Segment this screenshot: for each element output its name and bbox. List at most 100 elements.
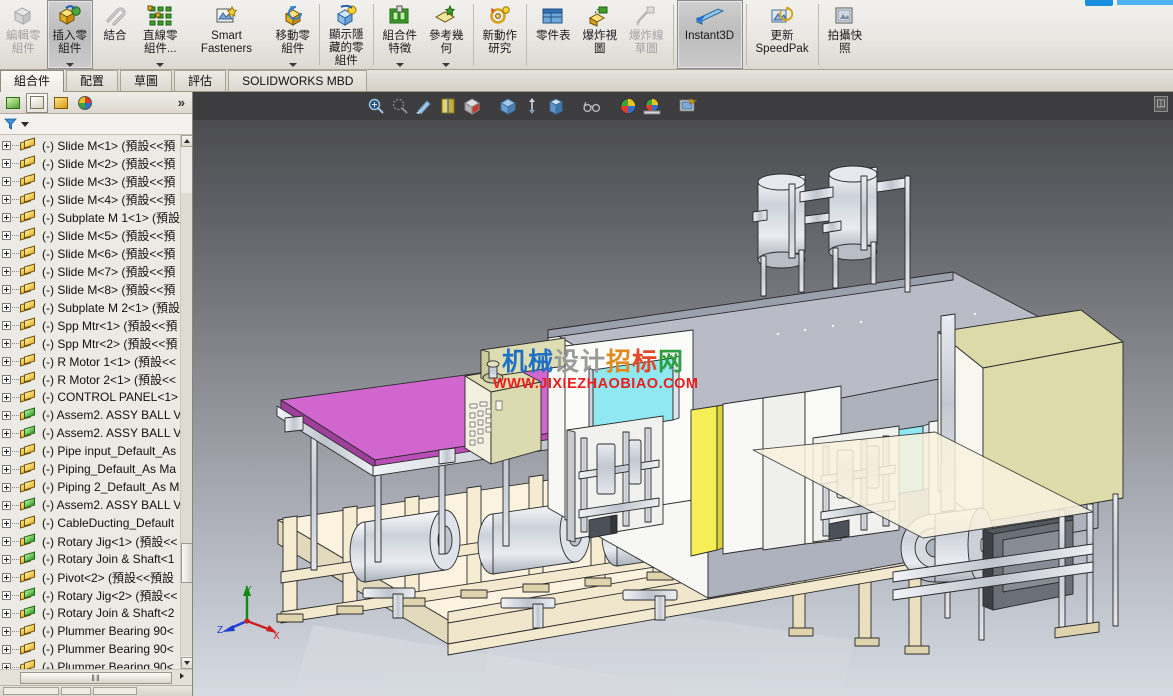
feature-tree-item[interactable]: (-) Slide M<4> (預設<<預: [0, 190, 180, 208]
tab-evaluate[interactable]: 評估: [174, 70, 227, 91]
ribbon-button-take-snapshot[interactable]: 拍攝快 照: [822, 0, 869, 69]
expand-plus-icon[interactable]: [2, 464, 11, 474]
configuration-manager-tab[interactable]: [50, 93, 72, 113]
feature-tree-item[interactable]: (-) Assem2. ASSY BALL V: [0, 406, 180, 424]
feature-tree-item[interactable]: (-) Rotary Join & Shaft<2: [0, 604, 180, 622]
feature-tree-item[interactable]: (-) Slide M<3> (預設<<預: [0, 172, 180, 190]
display-style-icon[interactable]: [461, 95, 483, 117]
expand-plus-icon[interactable]: [2, 284, 11, 294]
expand-plus-icon[interactable]: [2, 608, 11, 618]
property-manager-tab[interactable]: [26, 92, 48, 113]
feature-tree-item[interactable]: (-) Assem2. ASSY BALL V: [0, 424, 180, 442]
feature-tree[interactable]: (-) Slide M<1> (預設<<預 (-) Slide M<2> (預設<…: [0, 135, 180, 669]
display-manager-tab[interactable]: [74, 93, 96, 113]
tab-assembly[interactable]: 組合件: [0, 70, 65, 92]
feature-tree-item[interactable]: (-) Slide M<7> (預設<<預: [0, 262, 180, 280]
ribbon-button-insert-component[interactable]: 插入零 組件: [46, 0, 93, 69]
expand-plus-icon[interactable]: [2, 626, 11, 636]
feature-tree-item[interactable]: (-) Piping_Default_As Ma: [0, 460, 180, 478]
ribbon-button-linear-pattern[interactable]: 直線零 組件...: [137, 0, 184, 69]
edit-appearance-icon[interactable]: [545, 95, 567, 117]
feature-tree-container[interactable]: (-) Slide M<1> (預設<<預 (-) Slide M<2> (預設<…: [0, 135, 192, 669]
appearance-sphere-icon[interactable]: [617, 95, 639, 117]
zoom-to-area-icon[interactable]: [389, 95, 411, 117]
feature-tree-item[interactable]: (-) Plummer Bearing 90<: [0, 658, 180, 669]
appearance-group[interactable]: [545, 95, 567, 117]
feature-tree-item[interactable]: (-) Subplate M 2<1> (預設: [0, 298, 180, 316]
expand-plus-icon[interactable]: [2, 644, 11, 654]
previous-view-icon[interactable]: [413, 95, 435, 117]
expand-plus-icon[interactable]: [2, 554, 11, 564]
feature-tree-item[interactable]: (-) Subplate M 1<1> (預設: [0, 208, 180, 226]
scroll-up-button[interactable]: [181, 135, 192, 147]
expand-plus-icon[interactable]: [2, 356, 11, 366]
feature-tree-item[interactable]: (-) CONTROL PANEL<1>: [0, 388, 180, 406]
expand-plus-icon[interactable]: [2, 302, 11, 312]
scroll-down-button[interactable]: [181, 657, 192, 669]
expand-plus-icon[interactable]: [2, 482, 11, 492]
feature-tree-item[interactable]: (-) Plummer Bearing 90<: [0, 640, 180, 658]
feature-tree-tab[interactable]: [2, 93, 24, 113]
viewport-layout-group[interactable]: [677, 95, 699, 117]
ribbon-button-move-component[interactable]: 移動零 組件: [270, 0, 317, 69]
ribbon-button-bill-of-materials[interactable]: 零件表: [530, 0, 577, 69]
expand-plus-icon[interactable]: [2, 158, 11, 168]
feature-tree-item[interactable]: (-) Assem2. ASSY BALL V: [0, 496, 180, 514]
expand-plus-icon[interactable]: [2, 176, 11, 186]
expand-plus-icon[interactable]: [2, 500, 11, 510]
viewport-layout-icon[interactable]: [677, 95, 699, 117]
view-orientation-icon[interactable]: [497, 95, 519, 117]
expand-plus-icon[interactable]: [2, 320, 11, 330]
expand-plus-icon[interactable]: [2, 230, 11, 240]
ribbon-button-new-motion-study[interactable]: 新動作 研究: [477, 0, 524, 69]
chevron-down-icon[interactable]: [442, 63, 451, 67]
display-style-group[interactable]: [461, 95, 483, 117]
expand-plus-icon[interactable]: [2, 248, 11, 258]
expand-plus-icon[interactable]: [2, 338, 11, 348]
feature-tree-item[interactable]: (-) Slide M<6> (預設<<預: [0, 244, 180, 262]
expand-plus-icon[interactable]: [2, 572, 11, 582]
feature-tree-item[interactable]: (-) Slide M<5> (預設<<預: [0, 226, 180, 244]
hscroll-right-arrow-icon[interactable]: [180, 673, 184, 679]
ribbon-button-edit-component[interactable]: 編輯零 組件: [0, 0, 47, 69]
chevron-down-icon[interactable]: [288, 63, 297, 67]
ribbon-button-reference-geometry[interactable]: 參考幾 何: [423, 0, 470, 69]
scroll-thumb[interactable]: [181, 543, 192, 583]
feature-tree-item[interactable]: (-) CableDucting_Default: [0, 514, 180, 532]
tab-solidworks-mbd[interactable]: SOLIDWORKS MBD: [228, 70, 368, 91]
collapse-panel-button[interactable]: ◫: [1154, 96, 1168, 112]
ribbon-button-show-hidden-components[interactable]: 顯示隱 藏的零 組件: [323, 0, 370, 69]
section-view-icon[interactable]: [437, 95, 459, 117]
ribbon-button-explode-line-sketch[interactable]: 爆炸線 草圖: [623, 0, 670, 69]
expand-plus-icon[interactable]: [2, 392, 11, 402]
feature-tree-item[interactable]: (-) Spp Mtr<2> (預設<<預: [0, 334, 180, 352]
feature-tree-item[interactable]: (-) Slide M<8> (預設<<預: [0, 280, 180, 298]
feature-tree-item[interactable]: (-) Rotary Jig<2> (預設<<: [0, 586, 180, 604]
feature-tree-item[interactable]: (-) Rotary Join & Shaft<1: [0, 550, 180, 568]
ribbon-button-instant3d[interactable]: Instant3D: [676, 0, 743, 69]
chevron-down-icon[interactable]: [65, 63, 74, 67]
expand-plus-icon[interactable]: [2, 446, 11, 456]
feature-tree-item[interactable]: (-) Slide M<1> (預設<<預: [0, 136, 180, 154]
feature-tree-item[interactable]: (-) Rotary Jig<1> (預設<<: [0, 532, 180, 550]
expand-plus-icon[interactable]: [2, 266, 11, 276]
feature-tree-filter-row[interactable]: [0, 114, 192, 135]
scroll-track[interactable]: [181, 193, 192, 656]
expand-panel-chevron-icon[interactable]: »: [178, 95, 185, 110]
ribbon-button-exploded-view[interactable]: 爆炸視 圖: [577, 0, 624, 69]
chevron-down-icon[interactable]: [21, 121, 29, 127]
tab-sketch[interactable]: 草圖: [120, 70, 173, 91]
expand-plus-icon[interactable]: [2, 536, 11, 546]
expand-plus-icon[interactable]: [2, 140, 11, 150]
hscroll-thumb[interactable]: ‖‖: [20, 672, 172, 684]
zoom-to-fit-icon[interactable]: [365, 95, 387, 117]
expand-plus-icon[interactable]: [2, 518, 11, 528]
hide-show-items-icon[interactable]: [521, 95, 543, 117]
feature-tree-item[interactable]: (-) R Motor 2<1> (預設<<: [0, 370, 180, 388]
expand-plus-icon[interactable]: [2, 212, 11, 222]
ribbon-button-assembly-features[interactable]: 組合件 特徵: [377, 0, 424, 69]
feature-tree-item[interactable]: (-) Pivot<2> (預設<<預設: [0, 568, 180, 586]
apply-scene-icon[interactable]: [641, 95, 663, 117]
ribbon-button-update-speedpak[interactable]: 更新 SpeedPak: [750, 0, 815, 69]
hide-show-items-glasses-icon[interactable]: [581, 95, 603, 117]
